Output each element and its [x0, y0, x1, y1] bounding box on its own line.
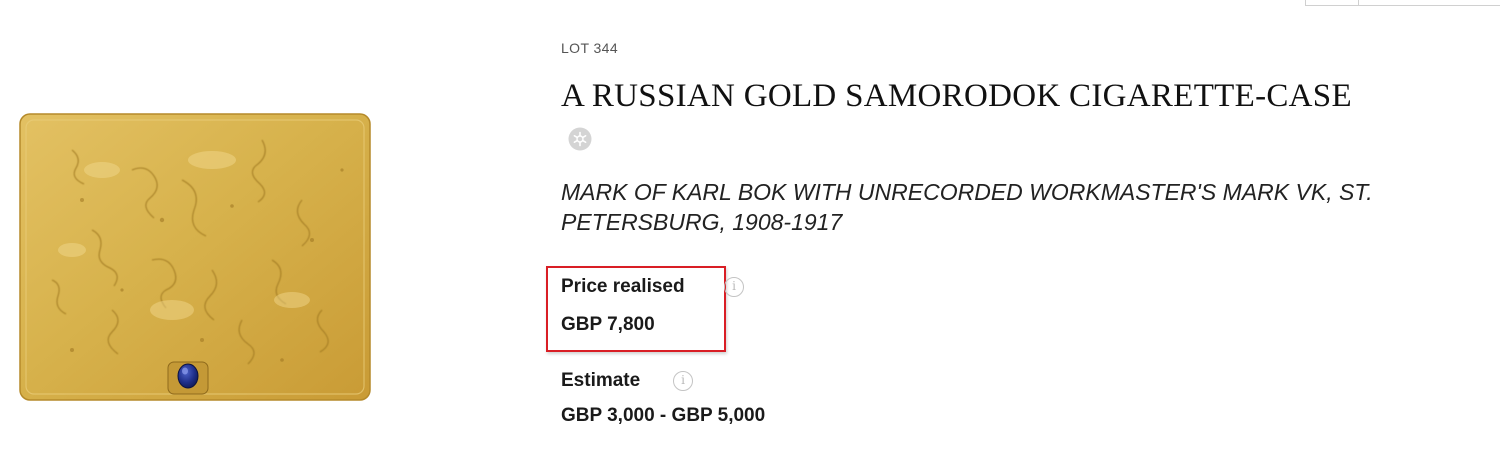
asterisk-circle-icon[interactable]: [567, 126, 593, 152]
info-icon[interactable]: i: [724, 277, 744, 297]
price-realised-label: Price realised: [561, 276, 685, 297]
lot-number: LOT 344: [561, 40, 619, 56]
info-icon[interactable]: i: [673, 371, 693, 391]
lot-subtitle: MARK OF KARL BOK WITH UNRECORDED WORKMAS…: [561, 179, 1373, 235]
header-button[interactable]: [1305, 0, 1359, 6]
lot-image[interactable]: [12, 110, 380, 410]
estimate-label: Estimate: [561, 370, 641, 391]
price-realised-value: GBP 7,800: [561, 314, 655, 335]
header-controls: [1305, 0, 1500, 6]
header-button[interactable]: [1359, 0, 1500, 6]
cigarette-case-image: [19, 113, 371, 401]
lot-page: LOT 344 A RUSSIAN GOLD SAMORODOK CIGARET…: [0, 0, 1500, 468]
estimate-value: GBP 3,000 - GBP 5,000: [561, 405, 766, 426]
lot-title: A RUSSIAN GOLD SAMORODOK CIGARETTE-CASE: [561, 78, 1352, 114]
